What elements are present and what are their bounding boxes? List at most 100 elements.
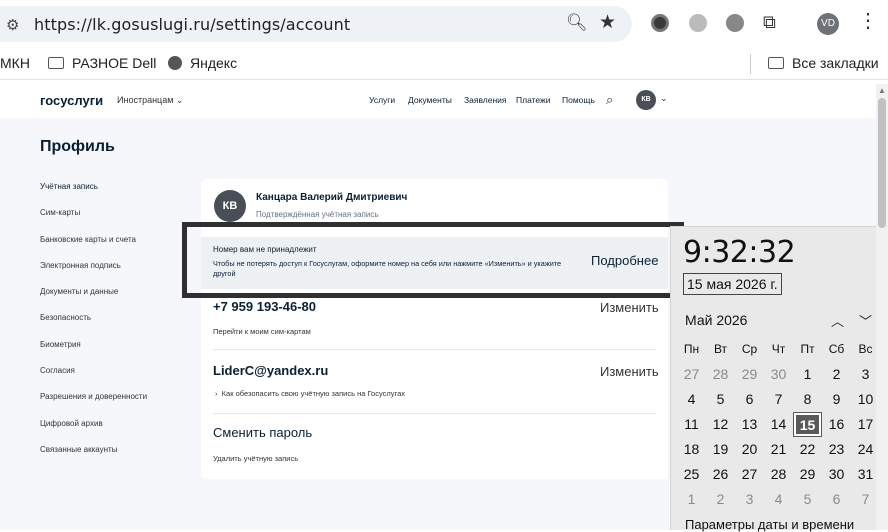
calendar-day[interactable]: 4 bbox=[764, 487, 793, 512]
calendar-day[interactable]: 31 bbox=[851, 462, 880, 487]
globe-icon bbox=[168, 56, 182, 70]
calendar-day[interactable]: 29 bbox=[793, 462, 822, 487]
bookmark-yandex[interactable]: Яндекс bbox=[168, 55, 237, 71]
calendar-day[interactable]: 6 bbox=[735, 387, 764, 412]
calendar-day[interactable]: 7 bbox=[851, 487, 880, 512]
calendar-day[interactable]: 21 bbox=[764, 437, 793, 462]
chevron-down-icon: ⌄ bbox=[175, 95, 184, 105]
calendar-day[interactable]: 28 bbox=[764, 462, 793, 487]
calendar-day[interactable]: 25 bbox=[677, 462, 706, 487]
calendar-day[interactable]: 1 bbox=[793, 362, 822, 387]
calendar-day[interactable]: 5 bbox=[793, 487, 822, 512]
chevron-down-icon[interactable]: ⌄ bbox=[660, 93, 668, 104]
sidebar-item-security[interactable]: Безопасность bbox=[40, 313, 91, 322]
calendar-day[interactable]: 1 bbox=[677, 487, 706, 512]
foreigners-menu[interactable]: Иностранцам ⌄ bbox=[117, 95, 183, 106]
calendar-day[interactable]: 5 bbox=[706, 387, 735, 412]
sidebar-item-documents[interactable]: Документы и данные bbox=[40, 287, 118, 296]
calendar-day[interactable]: 27 bbox=[677, 362, 706, 387]
calendar-day[interactable]: 27 bbox=[735, 462, 764, 487]
chevron-up-icon[interactable]: ︿ bbox=[831, 311, 844, 330]
calendar-day[interactable]: 28 bbox=[706, 362, 735, 387]
scrollbar-thumb[interactable] bbox=[878, 98, 886, 228]
calendar-day[interactable]: 19 bbox=[706, 437, 735, 462]
sidebar-item-permissions[interactable]: Разрешения и доверенности bbox=[40, 392, 147, 401]
url-text[interactable]: https://lk.gosuslugi.ru/settings/account bbox=[34, 15, 350, 34]
nav-payments[interactable]: Платежи bbox=[516, 95, 550, 105]
calendar-day[interactable]: 17 bbox=[851, 412, 880, 437]
sidebar-item-bank-cards[interactable]: Банковские карты и счета bbox=[40, 235, 136, 244]
clock-time: 9:32:32 bbox=[683, 235, 796, 270]
chevron-down-icon[interactable]: ﹀ bbox=[859, 311, 872, 330]
calendar-day[interactable]: 7 bbox=[764, 387, 793, 412]
browser-menu-icon[interactable]: ⋮ bbox=[858, 8, 878, 33]
extension-infinity-icon[interactable] bbox=[689, 14, 707, 32]
change-phone-button[interactable]: Изменить bbox=[600, 300, 659, 315]
calendar-day[interactable]: 3 bbox=[851, 362, 880, 387]
sidebar-item-digital-archive[interactable]: Цифровой архив bbox=[40, 419, 103, 428]
calendar-day[interactable]: 24 bbox=[851, 437, 880, 462]
calendar-day[interactable]: 20 bbox=[735, 437, 764, 462]
calendar-day[interactable]: 29 bbox=[735, 362, 764, 387]
bookmark-folder-raznoe[interactable]: РАЗНОЕ Dell bbox=[48, 55, 156, 71]
calendar-day[interactable]: 12 bbox=[706, 412, 735, 437]
bookmark-star-icon[interactable]: ★ bbox=[599, 11, 616, 34]
change-password-button[interactable]: Сменить пароль bbox=[213, 425, 312, 440]
scroll-up-icon[interactable]: ▲ bbox=[878, 86, 886, 95]
bookmark-label: Яндекс bbox=[190, 55, 238, 71]
chevron-right-icon: › bbox=[215, 389, 218, 398]
sidebar-item-account[interactable]: Учётная запись bbox=[40, 182, 98, 191]
sidebar-item-linked-accounts[interactable]: Связанные аккаунты bbox=[40, 445, 117, 454]
calendar-day[interactable]: 2 bbox=[706, 487, 735, 512]
calendar-day[interactable]: 8 bbox=[793, 387, 822, 412]
change-email-button[interactable]: Изменить bbox=[600, 364, 659, 379]
calendar-day[interactable]: 30 bbox=[822, 462, 851, 487]
calendar-day[interactable]: 23 bbox=[822, 437, 851, 462]
protect-account-label: Как обезопасить свою учётную запись на Г… bbox=[221, 389, 405, 398]
extensions-puzzle-icon[interactable]: ⧉ bbox=[763, 12, 781, 32]
site-settings-icon[interactable]: ⚙ bbox=[6, 16, 19, 34]
calendar-day[interactable]: 10 bbox=[851, 387, 880, 412]
nav-help[interactable]: Помощь bbox=[562, 95, 595, 105]
calendar-day-today[interactable]: 15 bbox=[793, 412, 822, 437]
browser-toolbar: ⚙ https://lk.gosuslugi.ru/settings/accou… bbox=[0, 0, 888, 48]
extension-record-icon[interactable] bbox=[651, 14, 669, 32]
calendar-day[interactable]: 4 bbox=[677, 387, 706, 412]
sidebar-item-e-signature[interactable]: Электронная подпись bbox=[40, 261, 121, 270]
calendar-day[interactable]: 30 bbox=[764, 362, 793, 387]
weekday-header: Вт bbox=[713, 342, 728, 356]
sidebar-item-biometrics[interactable]: Биометрия bbox=[40, 340, 81, 349]
profile-avatar[interactable]: VD bbox=[817, 13, 839, 35]
calendar-day[interactable]: 6 bbox=[822, 487, 851, 512]
calendar-day[interactable]: 16 bbox=[822, 412, 851, 437]
extension-shazam-icon[interactable] bbox=[726, 14, 744, 32]
zoom-icon[interactable]: 🔍︎ bbox=[566, 13, 588, 33]
user-avatar[interactable]: КВ bbox=[636, 90, 656, 110]
nav-documents[interactable]: Документы bbox=[408, 95, 452, 105]
sidebar-item-sim-cards[interactable]: Сим-карты bbox=[40, 208, 80, 217]
sim-cards-link[interactable]: Перейти к моим сим-картам bbox=[213, 327, 311, 336]
divider bbox=[213, 413, 656, 414]
protect-account-link[interactable]: › Как обезопасить свою учётную запись на… bbox=[215, 389, 405, 398]
calendar-day[interactable]: 11 bbox=[677, 412, 706, 437]
nav-services[interactable]: Услуги bbox=[369, 95, 395, 105]
calendar-day[interactable]: 13 bbox=[735, 412, 764, 437]
calendar-month[interactable]: Май 2026 bbox=[685, 312, 747, 328]
gosuslugi-logo[interactable]: госуслуги bbox=[40, 93, 103, 108]
calendar-day[interactable]: 9 bbox=[822, 387, 851, 412]
calendar-day[interactable]: 14 bbox=[764, 412, 793, 437]
nav-applications[interactable]: Заявления bbox=[464, 95, 507, 105]
delete-account-link[interactable]: Удалить учётную запись bbox=[213, 454, 298, 463]
search-icon[interactable]: ⌕ bbox=[606, 92, 613, 108]
address-bar[interactable]: ⚙ https://lk.gosuslugi.ru/settings/accou… bbox=[0, 6, 632, 42]
calendar-day[interactable]: 22 bbox=[793, 437, 822, 462]
calendar-day[interactable]: 26 bbox=[706, 462, 735, 487]
clock-date[interactable]: 15 мая 2026 г. bbox=[683, 273, 782, 295]
bookmark-mkn[interactable]: МКН bbox=[0, 55, 30, 71]
account-status: Подтверждённая учётная запись bbox=[256, 210, 379, 219]
calendar-day[interactable]: 3 bbox=[735, 487, 764, 512]
calendar-day[interactable]: 2 bbox=[822, 362, 851, 387]
calendar-day[interactable]: 18 bbox=[677, 437, 706, 462]
sidebar-item-consents[interactable]: Согласия bbox=[40, 366, 75, 375]
all-bookmarks-button[interactable]: Все закладки bbox=[768, 55, 879, 71]
